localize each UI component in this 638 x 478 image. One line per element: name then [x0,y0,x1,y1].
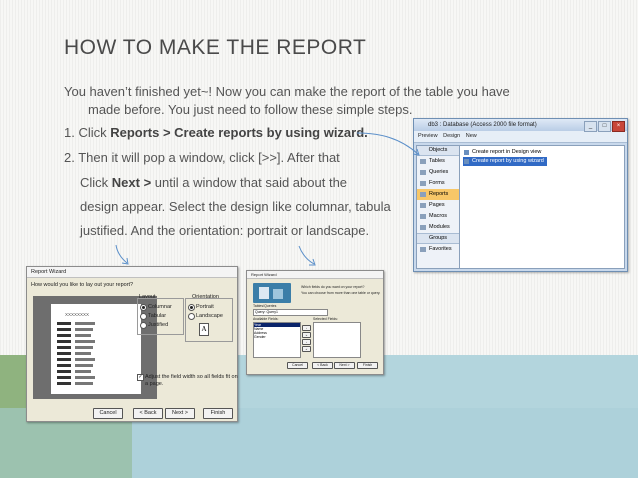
layout-tabular-radio[interactable]: Tabular [140,313,166,320]
small-finish-button[interactable]: Finish [357,362,378,369]
step-2-line-4: justified. And the orientation: portrait… [80,223,370,238]
layout-question: How would you like to lay out your repor… [31,282,134,288]
add-all-fields-icon[interactable]: » [302,332,311,338]
adjust-field-width-checkbox[interactable]: ✓ [137,374,144,381]
small-cancel-button[interactable]: Cancel [287,362,308,369]
preview-header: XXXXXXXX [65,312,90,317]
layout-columnar-radio[interactable]: Columnar [140,304,172,311]
orientation-portrait-radio[interactable]: Portrait [188,304,214,311]
available-fields-list[interactable]: Year Name Address Gender [253,322,301,358]
arrow-to-access-icon [356,132,420,156]
step-2-suffix: until a window that said about the [151,175,348,190]
access-toolbar: Preview Design New [414,131,627,143]
small-wizard-question-2: You can choose from more than one table … [301,291,381,295]
access-title: db3 : Database (Access 2000 file format) [428,122,537,128]
step-1: 1. Click Reports > Create reports by usi… [64,125,368,140]
step-2-line-3: design appear. Select the design like co… [80,199,391,214]
create-report-wizard[interactable]: Create report by using wizard [463,157,547,166]
tables-queries-label: Tables/Queries [253,304,277,308]
selected-fields-label: Selected Fields: [313,317,338,321]
remove-field-icon[interactable]: ‹ [302,339,311,345]
object-pages[interactable]: Pages [417,200,459,211]
object-reports[interactable]: Reports [417,189,459,200]
step-2-line-1: 2. Then it will pop a window, click [>>]… [64,150,340,165]
tables-queries-select[interactable]: Query: Query1 [253,309,328,316]
object-forms[interactable]: Forms [417,178,459,189]
slide-title: HOW TO MAKE THE REPORT [64,36,367,59]
step-1-prefix: 1. Click [64,125,111,140]
step-1-bold: Reports > Create reports by using wizard… [110,125,368,140]
access-body: Objects Tables Queries Forms Reports Pag… [416,145,625,269]
available-fields-label: Available Fields: [253,317,279,321]
adjust-field-width-label-2: a page. [145,381,164,387]
wizard-graphic-icon [253,283,291,303]
finish-button[interactable]: Finish [203,408,233,419]
add-field-icon[interactable]: › [302,325,311,331]
intro-line-1: You haven’t finished yet~! Now you can m… [64,84,510,99]
step-2-prefix: Click [80,175,112,190]
small-wizard-title: Report Wizard [247,271,383,279]
selected-fields-list[interactable] [313,322,361,358]
layout-preview-page: XXXXXXXX [51,304,141,394]
reports-list: Create report in Design view Create repo… [463,148,547,166]
group-favorites[interactable]: Favorites [417,244,459,255]
field-item[interactable]: Gender [254,335,300,339]
arrow-to-small-wizard-icon [298,245,316,266]
arrow-to-wizard-icon [115,244,129,265]
next-button[interactable]: Next > [165,408,195,419]
small-next-button[interactable]: Next > [334,362,355,369]
object-modules[interactable]: Modules [417,222,459,233]
report-wizard-title: Report Wizard [27,267,237,278]
maximize-icon[interactable]: □ [598,121,611,132]
back-button[interactable]: < Back [133,408,163,419]
objects-pane: Objects Tables Queries Forms Reports Pag… [417,146,460,268]
object-queries[interactable]: Queries [417,167,459,178]
remove-all-fields-icon[interactable]: « [302,346,311,352]
cancel-button[interactable]: Cancel [93,408,123,419]
close-icon[interactable]: × [612,121,625,132]
adjust-field-width-label-1: Adjust the field width so all fields fit… [145,374,238,380]
intro-line-2: made before. You just need to follow the… [88,102,413,117]
groups-header[interactable]: Groups [417,233,459,244]
object-macros[interactable]: Macros [417,211,459,222]
small-wizard-question-1: Which fields do you want on your report? [301,285,365,289]
design-button[interactable]: Design [443,133,460,139]
layout-justified-radio[interactable]: Justified [140,322,168,329]
window-controls: _ □ × [583,120,625,132]
portrait-page-icon: A [199,323,209,336]
orientation-landscape-radio[interactable]: Landscape [188,313,223,320]
report-wizard-fields-dialog: Report Wizard Which fields do you want o… [246,270,384,375]
access-title-bar: db3 : Database (Access 2000 file format)… [414,119,627,132]
access-database-window: db3 : Database (Access 2000 file format)… [413,118,628,272]
minimize-icon[interactable]: _ [584,121,597,132]
step-2-bold: Next > [111,175,152,190]
create-report-design-view[interactable]: Create report in Design view [463,148,547,157]
step-2-line-2: Click Next > until a window that said ab… [80,175,347,190]
small-back-button[interactable]: < Back [312,362,333,369]
new-button[interactable]: New [466,133,477,139]
report-wizard-dialog: Report Wizard How would you like to lay … [26,266,238,422]
